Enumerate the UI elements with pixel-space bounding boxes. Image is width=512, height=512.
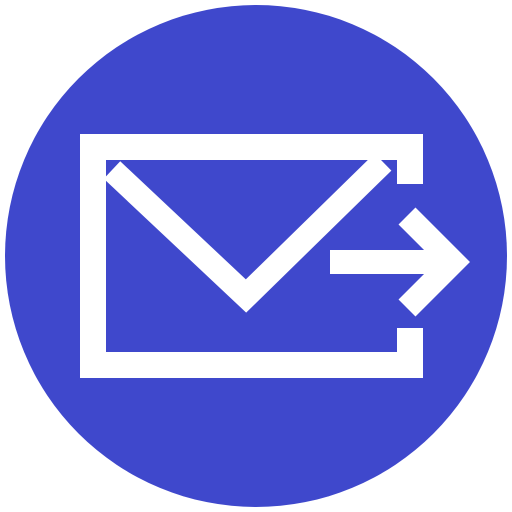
send-mail-icon bbox=[5, 5, 507, 507]
send-mail-app-icon bbox=[0, 0, 512, 512]
